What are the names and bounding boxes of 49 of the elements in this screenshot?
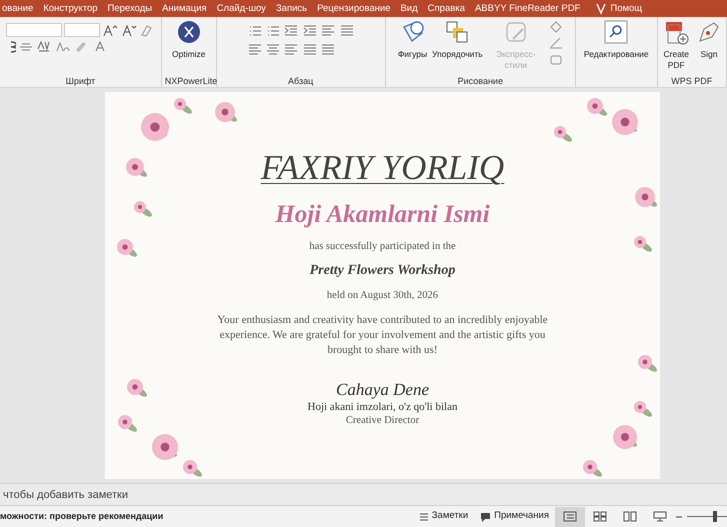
- notes-icon: [418, 512, 429, 522]
- ribbon-button[interactable]: Упорядочить: [431, 19, 484, 60]
- intro-text: has successfully participated in the: [309, 240, 456, 254]
- signer-name: Hoji akani imzolari, o'z qo'li bilan: [308, 400, 458, 414]
- comments-button[interactable]: Примечания: [474, 509, 555, 524]
- status-message[interactable]: можности: проверьте рекомендации: [0, 510, 413, 524]
- ribbon-button[interactable]: Редактирование: [582, 19, 650, 60]
- decrease-font-icon[interactable]: [120, 23, 137, 37]
- align-center-icon[interactable]: [265, 42, 282, 56]
- group-label: Рисование: [456, 75, 504, 87]
- columns-icon[interactable]: [320, 42, 336, 56]
- justify-icon[interactable]: [302, 42, 318, 56]
- certificate-title: FAXRIY YORLIQ: [260, 148, 504, 188]
- notes-button[interactable]: Заметки: [412, 509, 474, 524]
- view-button[interactable]: [555, 506, 585, 526]
- slideshow-icon: [653, 511, 667, 522]
- event-name: Pretty Flowers Workshop: [310, 262, 456, 280]
- zoom-slider-thumb[interactable]: [713, 511, 717, 522]
- ribbon-button[interactable]: Sign: [695, 19, 724, 60]
- ribbon-button[interactable]: Optimize: [171, 19, 207, 60]
- comment-icon: [480, 512, 492, 522]
- signer-role: Creative Director: [346, 414, 420, 428]
- font-size-field[interactable]: [64, 23, 100, 37]
- decrease-indent-icon[interactable]: [283, 23, 300, 37]
- ribbon-button[interactable]: Фигуры: [396, 19, 428, 60]
- signature: Cahaya Dene: [336, 380, 429, 400]
- group-label: Шрифт: [64, 75, 96, 87]
- increase-font-icon[interactable]: [102, 23, 118, 37]
- font-name-field[interactable]: [6, 23, 62, 37]
- align-left-icon[interactable]: [246, 42, 263, 56]
- align-right-icon[interactable]: [283, 42, 300, 56]
- change-case-icon[interactable]: [54, 39, 71, 54]
- text-direction-icon[interactable]: [338, 23, 355, 37]
- group-label: WPS PDF: [670, 75, 714, 87]
- shape-fill-icon[interactable]: [548, 19, 564, 33]
- normal-view-icon: [563, 511, 577, 522]
- increase-indent-icon[interactable]: [302, 23, 318, 37]
- slide-sorter-icon: [593, 511, 607, 522]
- group-label: Абзац: [287, 75, 314, 87]
- ribbon-tab[interactable]: Помощ: [602, 0, 650, 17]
- recipient-name: Hoji Akamlarni Ismi: [275, 200, 490, 230]
- line-spacing-icon[interactable]: [320, 23, 336, 37]
- notes-field[interactable]: чтобы добавить заметки: [0, 483, 727, 505]
- certificate-message: Your enthusiasm and creativity have contributed to an incredibly enjoyable experience. We are grateful for your involvement and the artistic gifts you brought to share with us!: [216, 313, 549, 358]
- shape-outline-icon[interactable]: [548, 35, 564, 50]
- reading-view-icon: [623, 511, 637, 522]
- ribbon-button[interactable]: Create PDF: [660, 19, 692, 71]
- character-spacing-icon[interactable]: [36, 39, 52, 54]
- event-date: held on August 30th, 2026: [326, 289, 438, 303]
